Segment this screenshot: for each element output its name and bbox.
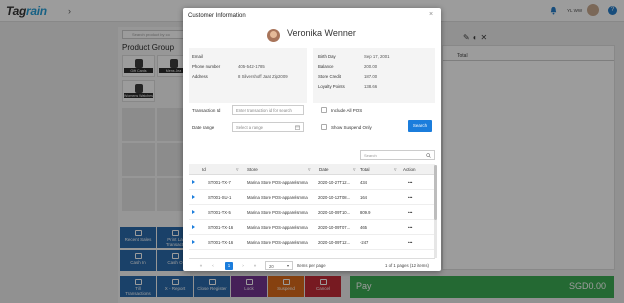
page-size-value: 20 [269, 263, 274, 269]
table-row[interactable]: ST001-TX-16 Marina Store POS-apparelsmma… [189, 235, 435, 250]
cell-store: Marina Store POS-apparelsmma [247, 240, 308, 245]
filter-icon[interactable]: ▿ [353, 167, 356, 173]
table-search-placeholder: Search [364, 153, 377, 158]
expand-row-icon[interactable] [192, 210, 195, 214]
cell-total: 465 [360, 225, 367, 230]
cell-date: 2020-10-09T10... [318, 210, 351, 215]
pagination: « ‹ 1 › » 20 ▾ Items per page 1 of 1 pag… [189, 258, 435, 271]
column-action: Action [403, 167, 416, 172]
prev-page-icon[interactable]: ‹ [209, 262, 217, 270]
contact-info-card: Email Phone number 405-542-1785 Address … [189, 48, 307, 103]
cell-store: Marina Store POS-apparelsmma [247, 180, 308, 185]
row-actions-menu[interactable]: ••• [408, 210, 412, 215]
email-label: Email [192, 54, 203, 59]
table-row[interactable]: ST001-TX-7 Marina Store POS-apparelsmma … [189, 175, 435, 190]
cell-date: 2020-10-09T07... [318, 225, 351, 230]
filter-icon[interactable]: ▿ [394, 167, 397, 173]
date-range-label: Date range [192, 125, 215, 130]
column-id[interactable]: Id [202, 167, 206, 172]
first-page-icon[interactable]: « [197, 262, 205, 270]
phone-label: Phone number [192, 64, 221, 69]
expand-row-icon[interactable] [192, 240, 195, 244]
address-label: Address [192, 74, 208, 79]
date-range-placeholder: Select a range [236, 125, 264, 130]
modal-title: Customer Information [188, 13, 246, 19]
cell-id: ST001-SU-1 [208, 195, 232, 200]
page-size-select[interactable]: 20 ▾ [265, 261, 293, 270]
customer-name: Veronika Wenner [287, 28, 356, 38]
customer-information-modal: Customer Information × Veronika Wenner E… [183, 8, 441, 271]
cell-id: ST001-TX-16 [208, 225, 234, 230]
cell-store: Marina Store POS-apparelsmma [247, 195, 308, 200]
scrollbar-thumb[interactable] [434, 165, 437, 220]
items-per-page-label: Items per page [297, 263, 326, 268]
phone-value: 405-542-1785 [238, 64, 265, 69]
cell-date: 2020-10-27T12... [318, 180, 351, 185]
cell-id: ST001-TX-5 [208, 210, 231, 215]
search-icon [426, 153, 431, 158]
filter-icon[interactable]: ▿ [308, 167, 311, 173]
loyalty-points-value: 138.66 [364, 84, 378, 89]
balance-label: Balance [318, 64, 334, 69]
expand-row-icon[interactable] [192, 195, 195, 199]
cell-total: 164 [360, 195, 367, 200]
filter-icon[interactable]: ▿ [236, 167, 239, 173]
column-store[interactable]: Store [247, 167, 258, 172]
loyalty-points-label: Loyalty Points [318, 84, 345, 89]
page-1-button[interactable]: 1 [225, 262, 233, 270]
row-actions-menu[interactable]: ••• [408, 225, 412, 230]
expand-row-icon[interactable] [192, 180, 195, 184]
cell-store: Marina Store POS-apparelsmma [247, 210, 308, 215]
table-search-input[interactable]: Search [360, 150, 435, 160]
birthday-value: Sep 17, 2001 [364, 54, 390, 59]
cell-total: 434 [360, 180, 367, 185]
include-all-pos-label: Include All POS [331, 108, 363, 113]
row-actions-menu[interactable]: ••• [408, 240, 412, 245]
show-suspend-only-checkbox[interactable] [321, 124, 327, 130]
search-button[interactable]: Search [408, 120, 432, 132]
show-suspend-only-label: Show Suspend Only [331, 125, 372, 130]
column-date[interactable]: Date [319, 167, 329, 172]
expand-row-icon[interactable] [192, 225, 195, 229]
table-header: Id ▿ Store ▿ Date ▿ Total ▿ Action [189, 164, 435, 175]
transaction-id-input[interactable]: Enter transaction id for search [232, 105, 304, 115]
cell-date: 2020-10-09T12... [318, 240, 351, 245]
table-row[interactable]: ST001-SU-1 Marina Store POS-apparelsmma … [189, 190, 435, 205]
close-icon[interactable]: × [429, 11, 433, 18]
column-total[interactable]: Total [360, 167, 370, 172]
table-row[interactable]: ST001-TX-5 Marina Store POS-apparelsmma … [189, 205, 435, 220]
row-actions-menu[interactable]: ••• [408, 195, 412, 200]
store-credit-label: Store Credit [318, 74, 341, 79]
table-row[interactable]: ST001-TX-16 Marina Store POS-apparelsmma… [189, 220, 435, 235]
cell-id: ST001-TX-7 [208, 180, 231, 185]
balance-value: 200.00 [364, 64, 378, 69]
cell-date: 2020-10-12T08... [318, 195, 351, 200]
transaction-id-label: Transaction Id [192, 108, 221, 113]
cell-id: ST001-TX-16 [208, 240, 234, 245]
address-value: 8 Silvershoff Jaat Zip2009 [238, 74, 288, 79]
table-scrollbar[interactable] [434, 165, 437, 258]
cell-store: Marina Store POS-apparelsmma [247, 225, 308, 230]
store-credit-value: 187.00 [364, 74, 378, 79]
next-page-icon[interactable]: › [239, 262, 247, 270]
cell-total: 809.9 [360, 210, 371, 215]
date-range-input[interactable]: Select a range [232, 122, 304, 132]
birthday-label: Birth Day [318, 54, 336, 59]
chevron-down-icon: ▾ [286, 263, 289, 268]
last-page-icon[interactable]: » [251, 262, 259, 270]
include-all-pos-checkbox[interactable] [321, 107, 327, 113]
calendar-icon [295, 125, 300, 130]
account-info-card: Birth Day Sep 17, 2001 Balance 200.00 St… [313, 48, 435, 103]
row-actions-menu[interactable]: ••• [408, 180, 412, 185]
customer-avatar [267, 29, 280, 42]
cell-total: -247 [360, 240, 369, 245]
pagination-summary: 1 of 1 pages (12 items) [385, 263, 429, 268]
